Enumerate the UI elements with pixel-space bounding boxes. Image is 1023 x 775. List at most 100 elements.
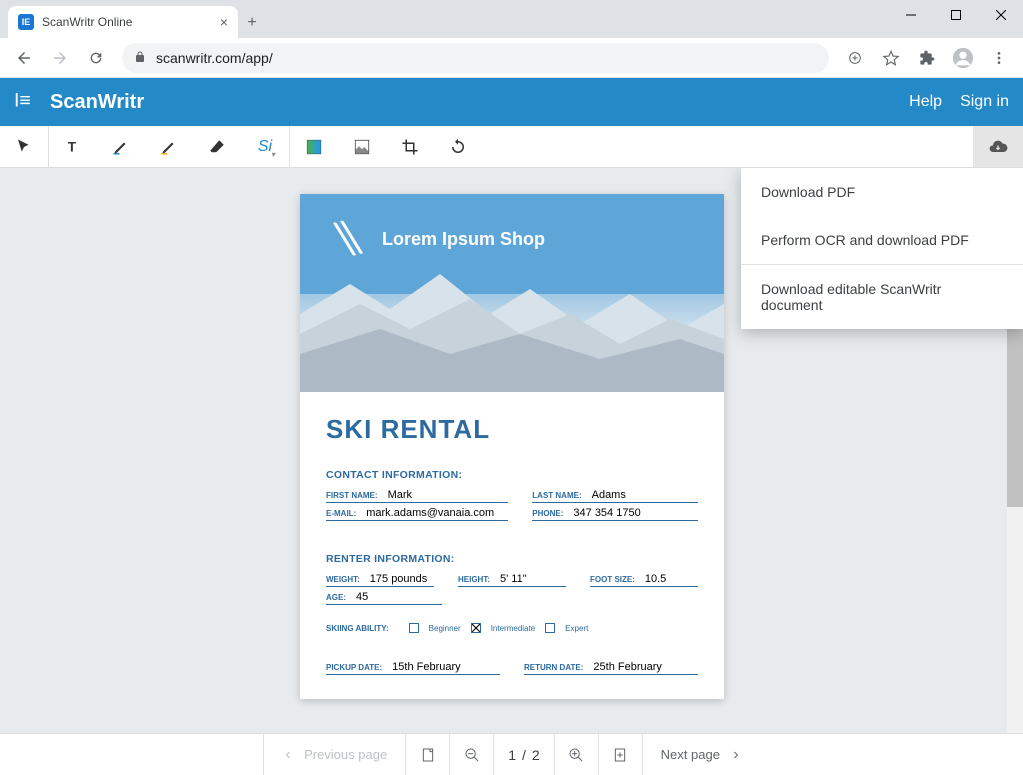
window-controls bbox=[888, 0, 1023, 30]
phone-value: 347 354 1750 bbox=[573, 507, 640, 519]
svg-text:T: T bbox=[68, 139, 77, 154]
new-tab-button[interactable]: + bbox=[238, 14, 266, 38]
fit-page-button[interactable] bbox=[405, 734, 449, 775]
page-total: 2 bbox=[532, 747, 540, 763]
page-indicator: 1 / 2 bbox=[493, 734, 553, 775]
signin-link[interactable]: Sign in bbox=[960, 93, 1009, 111]
logo-icon: I≡ bbox=[14, 87, 40, 118]
download-dropdown: Download PDF Perform OCR and download PD… bbox=[741, 168, 1023, 329]
age-label: AGE: bbox=[326, 593, 346, 602]
select-tool[interactable] bbox=[0, 126, 48, 167]
chevron-down-icon: ▾ bbox=[271, 150, 275, 159]
document-hero: Lorem Ipsum Shop bbox=[300, 194, 724, 392]
email-label: E-MAIL: bbox=[326, 509, 356, 518]
return-value: 25th February bbox=[593, 661, 661, 673]
address-bar[interactable]: scanwritr.com/app/ bbox=[122, 43, 829, 73]
doc-brand: Lorem Ipsum Shop bbox=[328, 218, 545, 260]
first-name-value: Mark bbox=[388, 489, 412, 501]
checkbox-intermediate[interactable] bbox=[471, 623, 481, 633]
signature-tool[interactable]: Si▾ bbox=[241, 126, 289, 167]
ski-icon bbox=[328, 218, 370, 260]
phone-label: PHONE: bbox=[532, 509, 563, 518]
browser-titlebar: IE ScanWritr Online × + bbox=[0, 0, 1023, 38]
minimize-button[interactable] bbox=[888, 0, 933, 30]
help-link[interactable]: Help bbox=[909, 93, 942, 111]
next-page-label: Next page bbox=[661, 747, 720, 762]
weight-value: 175 pounds bbox=[370, 573, 428, 585]
pickup-label: PICKUP DATE: bbox=[326, 663, 382, 672]
height-label: HEIGHT: bbox=[458, 575, 490, 584]
favicon-icon: IE bbox=[18, 14, 34, 30]
email-value: mark.adams@vanaia.com bbox=[366, 507, 494, 519]
forward-button[interactable] bbox=[44, 42, 76, 74]
reload-button[interactable] bbox=[80, 42, 112, 74]
skill-beginner-label: Beginner bbox=[429, 624, 461, 633]
chevron-left-icon bbox=[282, 749, 294, 761]
zoom-icon[interactable] bbox=[839, 42, 871, 74]
height-value: 5' 11" bbox=[500, 573, 527, 585]
prev-page-label: Previous page bbox=[304, 747, 387, 762]
zoom-out-button[interactable] bbox=[449, 734, 493, 775]
return-label: RETURN DATE: bbox=[524, 663, 583, 672]
foot-value: 10.5 bbox=[645, 573, 666, 585]
download-button[interactable] bbox=[973, 126, 1023, 167]
star-icon[interactable] bbox=[875, 42, 907, 74]
tab-title: ScanWritr Online bbox=[42, 15, 132, 29]
dropdown-editable-doc[interactable]: Download editable ScanWritr document bbox=[741, 265, 1023, 329]
first-name-label: FIRST NAME: bbox=[326, 491, 378, 500]
close-window-button[interactable] bbox=[978, 0, 1023, 30]
svg-text:I≡: I≡ bbox=[14, 89, 31, 111]
section-contact: CONTACT INFORMATION: bbox=[326, 469, 698, 481]
weight-label: WEIGHT: bbox=[326, 575, 360, 584]
pickup-value: 15th February bbox=[392, 661, 460, 673]
age-value: 45 bbox=[356, 591, 368, 603]
header-links: Help Sign in bbox=[909, 93, 1009, 111]
skill-intermediate-label: Intermediate bbox=[491, 624, 535, 633]
pen-tool[interactable] bbox=[97, 126, 145, 167]
canvas-area[interactable]: Lorem Ipsum Shop SKI RENTAL CONTACT INFO… bbox=[0, 168, 1023, 733]
skill-label: SKIING ABILITY: bbox=[326, 624, 389, 633]
eraser-tool[interactable] bbox=[193, 126, 241, 167]
crop-tool[interactable] bbox=[386, 126, 434, 167]
highlighter-tool[interactable] bbox=[145, 126, 193, 167]
browser-tab[interactable]: IE ScanWritr Online × bbox=[8, 6, 238, 38]
last-name-label: LAST NAME: bbox=[532, 491, 581, 500]
close-icon[interactable]: × bbox=[220, 14, 228, 30]
image-color-tool[interactable] bbox=[290, 126, 338, 167]
dropdown-ocr-pdf[interactable]: Perform OCR and download PDF bbox=[741, 216, 1023, 264]
app-logo[interactable]: I≡ ScanWritr bbox=[14, 87, 144, 118]
doc-brand-text: Lorem Ipsum Shop bbox=[382, 229, 545, 250]
next-page-button[interactable]: Next page bbox=[642, 734, 760, 775]
document-page[interactable]: Lorem Ipsum Shop SKI RENTAL CONTACT INFO… bbox=[300, 194, 724, 699]
page-current: 1 bbox=[508, 747, 516, 763]
doc-body: SKI RENTAL CONTACT INFORMATION: FIRST NA… bbox=[300, 392, 724, 699]
checkbox-expert[interactable] bbox=[545, 623, 555, 633]
skill-expert-label: Expert bbox=[565, 624, 588, 633]
app-header: I≡ ScanWritr Help Sign in bbox=[0, 78, 1023, 126]
skiing-ability-row: SKIING ABILITY: Beginner Intermediate Ex… bbox=[326, 623, 698, 633]
back-button[interactable] bbox=[8, 42, 40, 74]
maximize-button[interactable] bbox=[933, 0, 978, 30]
browser-toolbar: scanwritr.com/app/ bbox=[0, 38, 1023, 78]
extension-icon[interactable] bbox=[911, 42, 943, 74]
image-bw-tool[interactable] bbox=[338, 126, 386, 167]
add-page-button[interactable] bbox=[598, 734, 642, 775]
last-name-value: Adams bbox=[592, 489, 626, 501]
text-tool[interactable]: T bbox=[49, 126, 97, 167]
checkbox-beginner[interactable] bbox=[409, 623, 419, 633]
menu-icon[interactable] bbox=[983, 42, 1015, 74]
doc-title: SKI RENTAL bbox=[326, 414, 698, 445]
app-name: ScanWritr bbox=[50, 91, 144, 114]
zoom-in-button[interactable] bbox=[554, 734, 598, 775]
chevron-right-icon bbox=[730, 749, 742, 761]
dropdown-download-pdf[interactable]: Download PDF bbox=[741, 168, 1023, 216]
rotate-tool[interactable] bbox=[434, 126, 482, 167]
prev-page-button[interactable]: Previous page bbox=[263, 734, 405, 775]
page-sep: / bbox=[522, 747, 526, 763]
footer-pager: Previous page 1 / 2 Next page bbox=[0, 733, 1023, 775]
profile-icon[interactable] bbox=[947, 42, 979, 74]
app-toolbar: T Si▾ bbox=[0, 126, 1023, 168]
url-text: scanwritr.com/app/ bbox=[156, 50, 273, 66]
lock-icon bbox=[134, 50, 146, 66]
section-renter: RENTER INFORMATION: bbox=[326, 553, 698, 565]
